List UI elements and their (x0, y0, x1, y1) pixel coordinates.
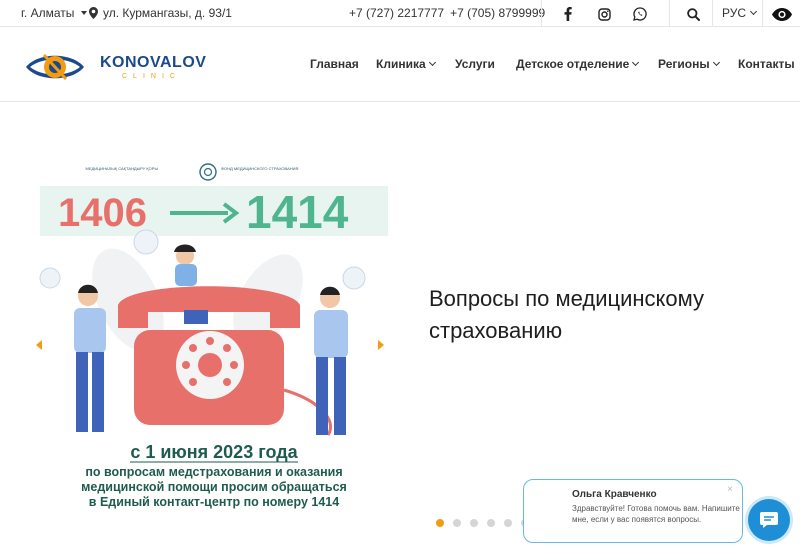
close-icon[interactable]: × (727, 484, 733, 495)
phone-link-1[interactable]: +7 (727) 2217777 (349, 6, 444, 20)
nav-label: Клиника (376, 57, 426, 71)
slider-dot[interactable] (504, 519, 512, 527)
slider-dot[interactable] (470, 519, 478, 527)
logo[interactable]: KONOVALOV CLINIC (24, 46, 206, 88)
top-bar: г. Алматы ул. Курмангазы, д. 93/1 +7 (72… (0, 0, 800, 27)
nav-label: Главная (310, 57, 359, 71)
facebook-icon[interactable] (559, 5, 577, 23)
main-header: KONOVALOV CLINIC Главная Клиника Услуги … (0, 28, 800, 102)
nav-item-regions[interactable]: Регионы (658, 57, 720, 71)
chat-bubble-icon (760, 512, 778, 528)
slider-dot[interactable] (453, 519, 461, 527)
chevron-down-icon (712, 58, 720, 67)
nav-item-home[interactable]: Главная (310, 57, 359, 71)
poster-line-1: по вопросам медстрахования и оказания (85, 465, 342, 479)
divider (762, 0, 763, 27)
nav-item-contacts[interactable]: Контакты (738, 57, 795, 71)
whatsapp-icon[interactable] (631, 5, 649, 23)
city-label: г. Алматы (21, 6, 75, 20)
divider (669, 0, 670, 27)
language-selector[interactable]: РУС (722, 6, 758, 20)
logo-name: KONOVALOV (100, 53, 207, 71)
instagram-icon[interactable] (595, 5, 613, 23)
address-text: ул. Курмангазы, д. 93/1 (103, 6, 232, 20)
chevron-down-icon (632, 58, 640, 67)
search-icon[interactable] (684, 5, 702, 23)
poster-org-right: ФОНД МЕДИЦИНСКОГО СТРАХОВАНИЯ (221, 166, 298, 171)
chat-open-button[interactable] (748, 499, 790, 541)
nav-label: Регионы (658, 57, 710, 71)
map-pin-icon (89, 7, 98, 19)
poster-org-left: МЕДИЦИНАЛЫҚ САҚТАНДЫРУ ҚОРЫ (86, 166, 159, 171)
chevron-down-icon (749, 7, 758, 16)
slide-image[interactable]: МЕДИЦИНАЛЫҚ САҚТАНДЫРУ ҚОРЫ ФОНД МЕДИЦИН… (38, 160, 390, 520)
nav-item-children[interactable]: Детское отделение (516, 57, 640, 71)
slider-dots (436, 519, 529, 527)
nav-item-services[interactable]: Услуги (455, 57, 495, 71)
poster-old-number: 1406 (58, 191, 147, 235)
logo-eye-icon (26, 53, 84, 81)
divider (712, 0, 713, 27)
poster-date: с 1 июня 2023 года (130, 442, 298, 462)
logo-subtitle: CLINIC (122, 72, 181, 80)
slide-title[interactable]: Вопросы по медицинскому страхованию (429, 283, 759, 347)
nav-label: Контакты (738, 57, 795, 71)
divider (541, 0, 542, 27)
chat-popup[interactable]: Ольга Кравченко Здравствуйте! Готова пом… (523, 479, 743, 543)
slider-dot[interactable] (436, 519, 444, 527)
chat-message: Здравствуйте! Готова помочь вам. Напишит… (572, 504, 740, 524)
chevron-down-icon (428, 58, 436, 67)
phone-link-2[interactable]: +7 (705) 8799999 (450, 6, 545, 20)
phone-numbers: +7 (727) 2217777 +7 (705) 8799999 (349, 6, 545, 20)
poster-line-3: в Единый контакт-центр по номеру 1414 (89, 495, 339, 509)
eye-icon[interactable] (771, 5, 793, 23)
poster-line-2: медицинской помощи просим обращаться (81, 480, 347, 494)
poster-new-number: 1414 (246, 186, 349, 238)
city-selector[interactable]: г. Алматы (21, 6, 88, 20)
language-label: РУС (722, 6, 747, 20)
fund-logo-icon (199, 163, 217, 181)
address: ул. Курмангазы, д. 93/1 (89, 6, 232, 20)
slider-dot[interactable] (487, 519, 495, 527)
nav-item-clinic[interactable]: Клиника (376, 57, 436, 71)
nav-label: Детское отделение (516, 57, 630, 71)
chat-agent-name: Ольга Кравченко (572, 489, 657, 500)
nav-label: Услуги (455, 57, 495, 71)
chevron-down-icon (81, 11, 88, 15)
